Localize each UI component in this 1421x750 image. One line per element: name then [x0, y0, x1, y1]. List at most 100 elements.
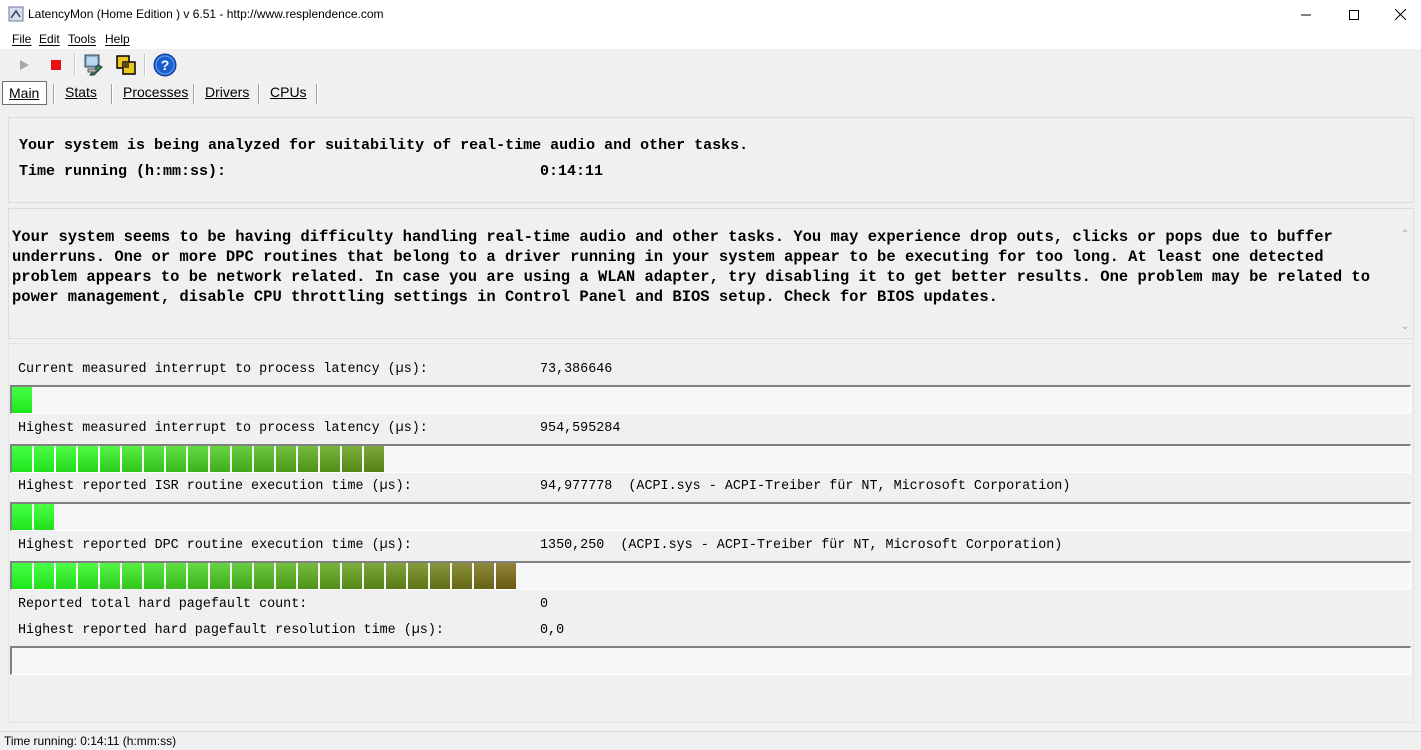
bar-segment	[12, 563, 32, 589]
status-bar: Time running: 0:14:11 (h:mm:ss)	[0, 731, 1421, 750]
bar-segment	[254, 563, 274, 589]
bar-segment	[232, 446, 252, 472]
bar-segment	[56, 563, 76, 589]
bar-segment	[232, 563, 252, 589]
tab-separator	[53, 84, 55, 104]
bar-segment	[298, 563, 318, 589]
bar-segment	[144, 446, 164, 472]
analysis-status-text: Your system is being analyzed for suitab…	[19, 137, 749, 154]
tab-cpus[interactable]: CPUs	[264, 81, 313, 105]
pagefault-count-value: 0	[540, 597, 549, 612]
tab-main[interactable]: Main	[2, 81, 47, 105]
bar-segment	[364, 563, 384, 589]
highest-latency-bar-fill	[12, 446, 386, 472]
bar-segment	[364, 446, 384, 472]
pagefault-time-bar	[10, 646, 1411, 675]
bar-segment	[210, 446, 230, 472]
title-bar: LatencyMon (Home Edition ) v 6.51 - http…	[0, 0, 1421, 29]
bar-segment	[56, 446, 76, 472]
pagefault-time-label: Highest reported hard pagefault resoluti…	[18, 623, 444, 638]
dpc-label: Highest reported DPC routine execution t…	[18, 538, 412, 553]
tab-separator	[258, 84, 260, 104]
bar-segment	[122, 446, 142, 472]
minimize-icon	[1301, 14, 1311, 15]
maximize-button[interactable]	[1331, 0, 1377, 29]
bar-segment	[12, 504, 32, 530]
drivers-button[interactable]	[81, 52, 107, 78]
bar-segment	[34, 563, 54, 589]
bar-segment	[122, 563, 142, 589]
menu-file[interactable]: File	[12, 32, 31, 46]
toolbar: ?	[0, 49, 1421, 80]
windows-icon	[116, 55, 136, 75]
current-latency-label: Current measured interrupt to process la…	[18, 362, 428, 377]
bar-segment	[166, 563, 186, 589]
latencymon-app-icon	[8, 6, 24, 22]
bar-segment	[320, 563, 340, 589]
bar-segment	[276, 563, 296, 589]
pagefault-count-label: Reported total hard pagefault count:	[18, 597, 308, 612]
window-title: LatencyMon (Home Edition ) v 6.51 - http…	[28, 7, 384, 21]
tab-separator	[316, 84, 318, 104]
bar-segment	[342, 446, 362, 472]
play-icon	[20, 60, 29, 70]
bar-segment	[298, 446, 318, 472]
bar-segment	[166, 446, 186, 472]
highest-latency-bar	[10, 444, 1411, 473]
drivers-icon	[84, 54, 103, 76]
time-running-label: Time running (h:mm:ss):	[19, 163, 227, 180]
bar-segment	[100, 446, 120, 472]
bar-segment	[144, 563, 164, 589]
bar-segment	[430, 563, 450, 589]
close-button[interactable]	[1377, 0, 1421, 29]
bar-segment	[452, 563, 472, 589]
minimize-button[interactable]	[1283, 0, 1329, 29]
bar-segment	[254, 446, 274, 472]
bar-segment	[342, 563, 362, 589]
tab-processes[interactable]: Processes	[117, 81, 194, 105]
bar-segment	[496, 563, 516, 589]
current-latency-value: 73,386646	[540, 362, 613, 377]
stop-button[interactable]	[43, 52, 69, 78]
menu-bar: File Edit Tools Help	[0, 29, 1421, 49]
bar-segment	[408, 563, 428, 589]
bar-segment	[276, 446, 296, 472]
maximize-icon	[1349, 9, 1359, 20]
svg-text:?: ?	[161, 57, 170, 73]
start-button[interactable]	[11, 52, 37, 78]
status-panel	[8, 117, 1414, 203]
isr-value: 94,977778 (ACPI.sys - ACPI-Treiber für N…	[540, 479, 1071, 494]
toolbar-separator	[74, 54, 76, 76]
menu-tools[interactable]: Tools	[68, 32, 96, 46]
help-button[interactable]: ?	[152, 52, 178, 78]
bar-segment	[34, 504, 54, 530]
bar-segment	[12, 387, 32, 413]
current-latency-bar-fill	[12, 387, 34, 413]
status-bar-text: Time running: 0:14:11 (h:mm:ss)	[4, 734, 177, 748]
current-latency-bar	[10, 385, 1411, 414]
bar-segment	[210, 563, 230, 589]
menu-help[interactable]: Help	[105, 32, 130, 46]
dpc-bar-fill	[12, 563, 518, 589]
tab-drivers[interactable]: Drivers	[199, 81, 255, 105]
windows-button[interactable]	[113, 52, 139, 78]
bar-segment	[188, 563, 208, 589]
toolbar-separator	[144, 54, 146, 76]
help-icon: ?	[153, 53, 177, 77]
menu-edit[interactable]: Edit	[39, 32, 60, 46]
bar-segment	[78, 563, 98, 589]
scroll-down-icon[interactable]: ⌄	[1398, 321, 1412, 335]
scroll-up-icon[interactable]: ⌃	[1398, 229, 1412, 243]
pagefault-time-value: 0,0	[540, 623, 565, 638]
tab-separator	[193, 84, 195, 104]
isr-bar-fill	[12, 504, 56, 530]
stop-icon	[51, 60, 61, 70]
dpc-value: 1350,250 (ACPI.sys - ACPI-Treiber für NT…	[540, 538, 1063, 553]
highest-latency-label: Highest measured interrupt to process la…	[18, 421, 428, 436]
bar-segment	[100, 563, 120, 589]
highest-latency-value: 954,595284	[540, 421, 621, 436]
bar-segment	[12, 446, 32, 472]
advice-text: Your system seems to be having difficult…	[12, 228, 1371, 306]
tab-stats[interactable]: Stats	[59, 81, 103, 105]
isr-label: Highest reported ISR routine execution t…	[18, 479, 412, 494]
